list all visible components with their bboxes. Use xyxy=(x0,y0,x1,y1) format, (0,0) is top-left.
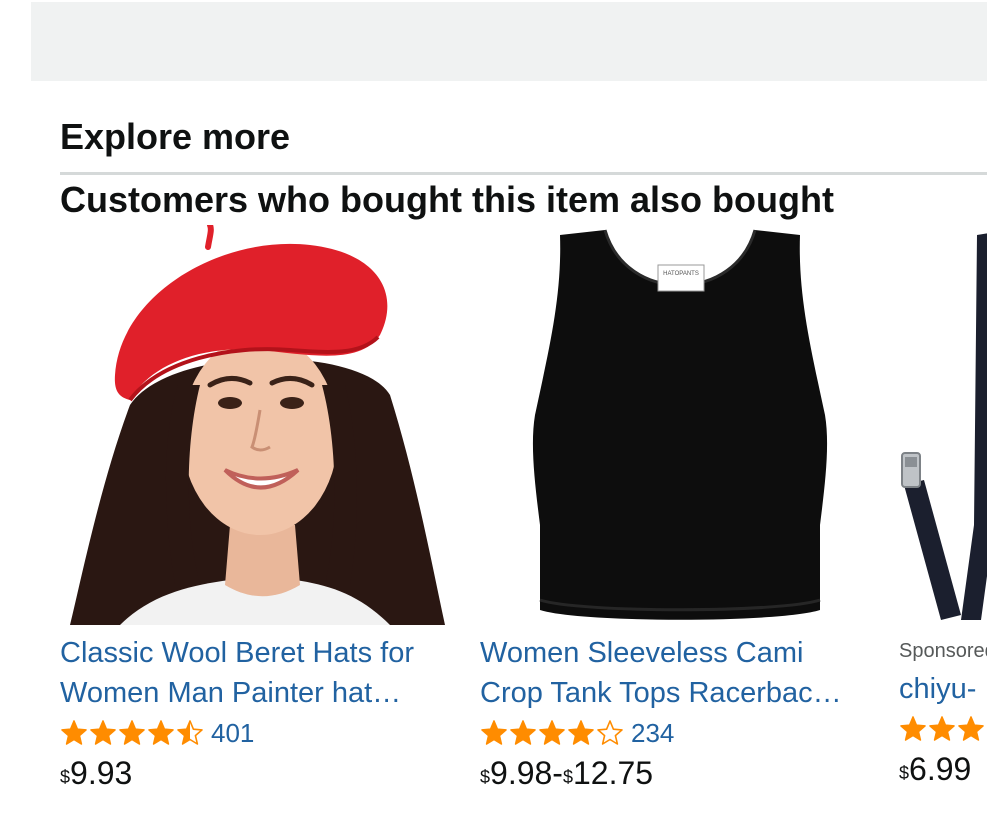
title-line: chiyu- xyxy=(899,673,977,705)
star-icon xyxy=(568,720,594,745)
star-icon xyxy=(481,720,507,745)
explore-more-heading: Explore more xyxy=(60,116,291,157)
rating-row: 234 xyxy=(480,715,875,751)
star-icon xyxy=(958,716,984,741)
currency-symbol: $ xyxy=(899,763,910,783)
star-icon xyxy=(90,720,116,745)
title-line: Crop Tank Tops Racerbac… xyxy=(480,677,842,709)
star-icon xyxy=(900,716,926,741)
star-icon xyxy=(119,720,145,745)
beret-title-link[interactable]: Classic Wool Beret Hats for Women Man Pa… xyxy=(60,633,455,713)
price: $9.93 xyxy=(60,753,455,793)
product-card-beret: Classic Wool Beret Hats for Women Man Pa… xyxy=(60,225,455,793)
also-bought-heading: Customers who bought this item also boug… xyxy=(60,179,834,220)
top-banner-area xyxy=(31,2,987,81)
product-carousel: Classic Wool Beret Hats for Women Man Pa… xyxy=(0,225,987,827)
rating-row: 401 xyxy=(60,715,455,751)
star-icon xyxy=(510,720,536,745)
price-separator: - xyxy=(552,755,563,791)
brand-tag-text: HATOPANTS xyxy=(663,271,699,277)
star-icon xyxy=(539,720,565,745)
star-icon xyxy=(929,716,955,741)
review-count-link[interactable]: 401 xyxy=(211,718,254,749)
currency-symbol: $ xyxy=(480,767,491,787)
price: $6.99 xyxy=(899,749,987,789)
star-icon xyxy=(148,720,174,745)
suspenders-product-image[interactable] xyxy=(899,225,987,625)
rating-row xyxy=(899,711,987,747)
review-count-link[interactable]: 234 xyxy=(631,718,674,749)
title-line: Classic Wool Beret Hats for xyxy=(60,637,415,669)
price-high-value: 12.75 xyxy=(572,755,654,791)
currency-symbol: $ xyxy=(562,767,573,787)
sponsored-label: Sponsored xyxy=(899,640,987,662)
star-icon xyxy=(177,720,203,745)
suspenders-title-link[interactable]: chiyu- xyxy=(899,669,987,709)
product-card-tank-top: HATOPANTS Women Sleeveless Cami Crop Tan… xyxy=(480,225,875,793)
price-value: 6.99 xyxy=(909,751,972,787)
price-low-value: 9.98 xyxy=(490,755,553,791)
title-line: Women Sleeveless Cami xyxy=(480,637,804,669)
star-icon xyxy=(61,720,87,745)
tank-top-product-image[interactable]: HATOPANTS xyxy=(480,225,875,625)
star-rating[interactable] xyxy=(60,719,205,747)
tank-top-title-link[interactable]: Women Sleeveless Cami Crop Tank Tops Rac… xyxy=(480,633,875,713)
price-value: 9.93 xyxy=(70,755,133,791)
currency-symbol: $ xyxy=(60,767,71,787)
product-card-suspenders: Sponsored chiyu- $6.99 xyxy=(899,225,987,789)
star-rating[interactable] xyxy=(480,719,625,747)
price: $9.98-$12.75 xyxy=(480,753,875,793)
star-icon xyxy=(597,720,623,745)
section-divider xyxy=(60,172,987,175)
star-rating[interactable] xyxy=(899,715,987,743)
beret-product-image[interactable] xyxy=(60,225,455,625)
title-line: Women Man Painter hat… xyxy=(60,677,402,709)
